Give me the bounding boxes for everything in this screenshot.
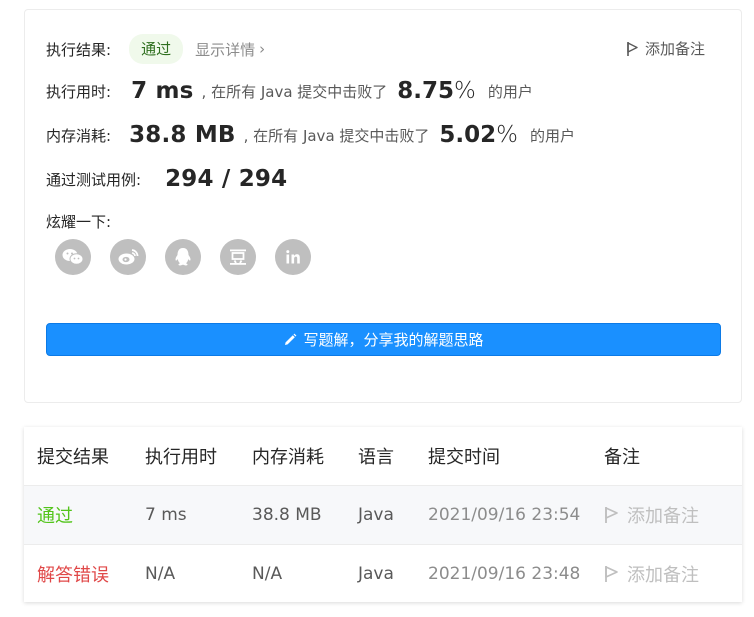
flag-icon: [605, 566, 618, 582]
weibo-icon[interactable]: [110, 239, 146, 275]
submission-runtime: 7 ms: [132, 485, 239, 545]
header-submitted[interactable]: 提交时间: [415, 427, 591, 486]
chevron-right-icon: ›: [259, 40, 266, 58]
memory-percent-sign: %: [496, 122, 519, 148]
share-row: 炫耀一下:: [46, 211, 111, 232]
tests-label: 通过测试用例:: [46, 170, 142, 189]
submission-time: 2021/09/16 23:48: [415, 544, 591, 603]
row-add-note-label: 添加备注: [627, 565, 699, 586]
header-memory[interactable]: 内存消耗: [239, 427, 345, 486]
memory-beat-text: , 在所有 Java 提交中击败了: [243, 126, 430, 145]
show-details-label: 显示详情: [195, 40, 256, 59]
tests-row: 通过测试用例: 294 / 294: [46, 166, 287, 192]
wechat-icon[interactable]: [55, 239, 91, 275]
memory-percent: 5.02: [439, 122, 497, 148]
memory-value: 38.8 MB: [129, 122, 236, 148]
submission-status[interactable]: 通过: [37, 506, 73, 527]
write-solution-label: 写题解，分享我的解题思路: [303, 331, 484, 349]
result-row: 执行结果: 通过 显示详情 ›: [46, 34, 265, 64]
row-add-note-button[interactable]: 添加备注: [604, 545, 742, 603]
runtime-label: 执行用时:: [46, 82, 112, 101]
share-icons: [55, 239, 311, 275]
status-badge: 通过: [129, 34, 184, 64]
submission-status[interactable]: 解答错误: [37, 565, 109, 586]
runtime-percent: 8.75: [397, 78, 455, 104]
pencil-icon: [285, 333, 297, 345]
runtime-users: 的用户: [487, 82, 533, 101]
memory-label: 内存消耗:: [46, 126, 112, 145]
submission-time: 2021/09/16 23:54: [415, 485, 591, 545]
submission-memory: N/A: [239, 544, 345, 603]
submission-language: Java: [345, 544, 415, 603]
table-row[interactable]: 通过 7 ms 38.8 MB Java 2021/09/16 23:54 添加…: [24, 485, 742, 545]
show-details-link[interactable]: 显示详情 ›: [195, 39, 265, 60]
runtime-beat-text: , 在所有 Java 提交中击败了: [201, 82, 388, 101]
runtime-value: 7 ms: [131, 78, 194, 104]
row-add-note-button[interactable]: 添加备注: [604, 486, 742, 544]
add-note-label: 添加备注: [644, 40, 705, 58]
result-label: 执行结果:: [46, 40, 112, 59]
runtime-row: 执行用时: 7 ms , 在所有 Java 提交中击败了 8.75 % 的用户: [46, 78, 533, 104]
memory-row: 内存消耗: 38.8 MB , 在所有 Java 提交中击败了 5.02 % 的…: [46, 122, 575, 148]
submissions-table: 提交结果 执行用时 内存消耗 语言 提交时间 备注 通过 7 ms 38.8 M…: [24, 427, 742, 603]
submission-language: Java: [345, 485, 415, 545]
qq-icon[interactable]: [165, 239, 201, 275]
flag-icon: [627, 41, 638, 56]
runtime-percent-sign: %: [454, 78, 476, 104]
share-label: 炫耀一下:: [46, 213, 112, 231]
table-row[interactable]: 解答错误 N/A N/A Java 2021/09/16 23:48 添加备注: [24, 544, 742, 603]
linkedin-icon[interactable]: [275, 239, 311, 275]
flag-icon: [605, 507, 618, 523]
submission-memory: 38.8 MB: [239, 485, 345, 545]
header-status[interactable]: 提交结果: [24, 427, 132, 486]
row-add-note-label: 添加备注: [627, 506, 699, 527]
header-language[interactable]: 语言: [345, 427, 415, 486]
tests-value: 294 / 294: [165, 166, 288, 192]
header-runtime[interactable]: 执行用时: [132, 427, 239, 486]
write-solution-button[interactable]: 写题解，分享我的解题思路: [46, 323, 721, 356]
add-note-button[interactable]: 添加备注: [626, 38, 705, 59]
table-header-row: 提交结果 执行用时 内存消耗 语言 提交时间 备注: [24, 427, 742, 486]
douban-icon[interactable]: [220, 239, 256, 275]
submission-runtime: N/A: [132, 544, 239, 603]
header-note: 备注: [604, 447, 640, 468]
result-card: 执行结果: 通过 显示详情 › 添加备注 执行用时: 7 ms , 在所有 Ja…: [24, 9, 742, 403]
memory-users: 的用户: [530, 126, 576, 145]
